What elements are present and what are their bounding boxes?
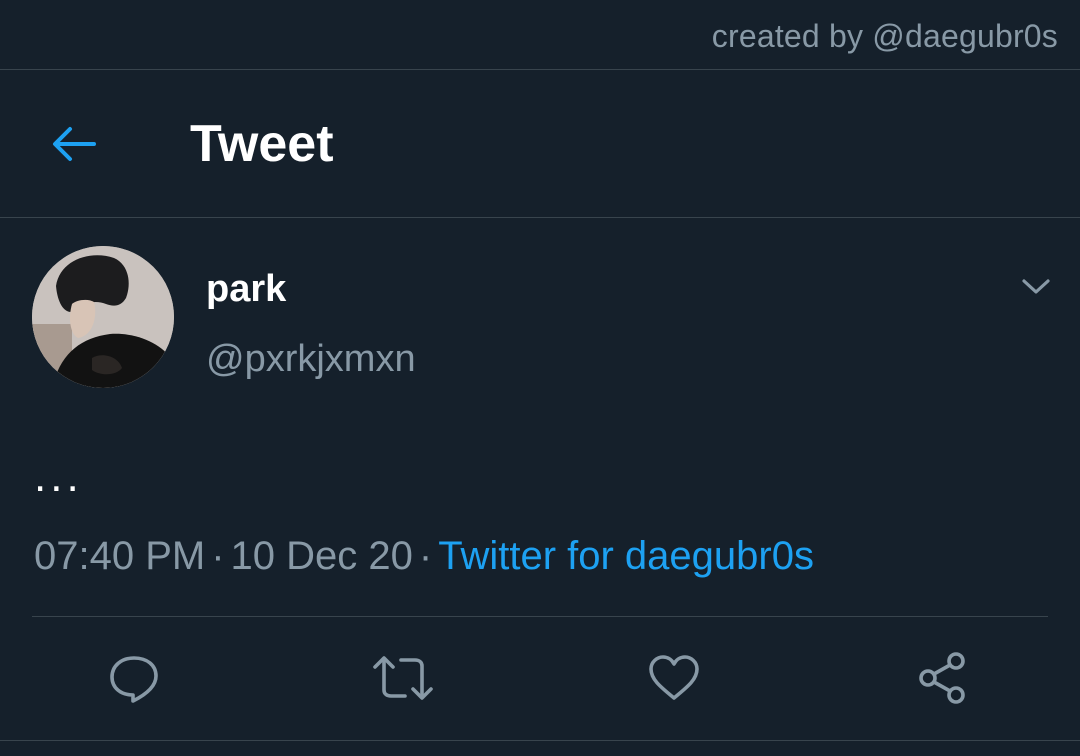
- avatar-photo: [32, 246, 174, 388]
- share-button[interactable]: [908, 642, 980, 714]
- tweet-actions-bar: [0, 636, 1080, 720]
- tweet-text: ...: [34, 452, 83, 501]
- top-bar: Tweet: [0, 70, 1080, 218]
- chevron-down-icon: [1022, 279, 1050, 294]
- more-options-button[interactable]: [1014, 266, 1058, 306]
- display-name[interactable]: park: [206, 268, 286, 311]
- credit-text: created by @daegubr0s: [711, 18, 1058, 54]
- credit-bar: created by @daegubr0s: [0, 0, 1080, 70]
- divider: [32, 616, 1048, 617]
- page-title: Tweet: [190, 115, 334, 173]
- tweet-source-link[interactable]: Twitter for daegubr0s: [438, 534, 814, 578]
- reply-button[interactable]: [98, 642, 170, 714]
- arrow-left-icon: [53, 127, 96, 161]
- share-icon: [919, 652, 965, 704]
- meta-separator: ·: [211, 534, 225, 578]
- heart-icon: [649, 655, 699, 700]
- avatar[interactable]: [32, 246, 174, 388]
- retweet-button[interactable]: [367, 642, 439, 714]
- tweet-metadata: 07:40 PM · 10 Dec 20 · Twitter for daegubr0s: [34, 534, 814, 579]
- user-handle[interactable]: @pxrkjxmxn: [206, 338, 416, 381]
- tweet-time: 07:40 PM: [34, 534, 206, 578]
- tweet-detail-screen: created by @daegubr0s Tweet park @pxrkjx…: [0, 0, 1080, 756]
- back-button[interactable]: [40, 114, 108, 174]
- bottom-divider: [0, 740, 1080, 741]
- retweet-icon: [373, 656, 433, 700]
- like-button[interactable]: [638, 642, 710, 714]
- meta-separator: ·: [418, 534, 433, 578]
- tweet-date: 10 Dec 20: [230, 534, 413, 578]
- reply-icon: [110, 656, 158, 703]
